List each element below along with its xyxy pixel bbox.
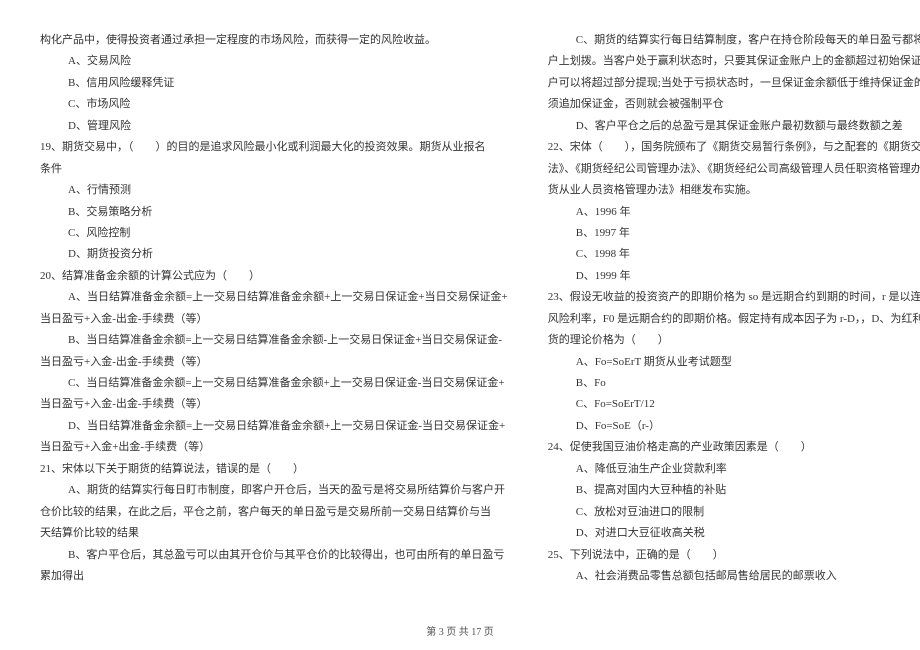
option: C、当日结算准备金余额=上一交易日结算准备金余额+上一交易日保证金-当日交易保证… — [40, 373, 508, 394]
question: 21、宋体以下关于期货的结算说法，错误的是（ ） — [40, 459, 508, 480]
option-cont: 仓价比较的结果，在此之后，平仓之前，客户每天的单日盈亏是交易所前一交易日结算价与… — [40, 502, 508, 523]
option: B、提高对国内大豆种植的补贴 — [548, 480, 920, 501]
option: A、Fo=SoErT 期货从业考试题型 — [548, 352, 920, 373]
right-column: C、期货的结算实行每日结算制度，客户在持仓阶段每天的单日盈亏都将直接在其保证金账… — [548, 30, 920, 610]
question-cont: 法》、《期货经纪公司管理办法》、《期货经纪公司高级管理人员任职资格管理办法》和《… — [548, 159, 920, 180]
option: C、1998 年 — [548, 244, 920, 265]
option-cont: 当日盈亏+入金-出金-手续费（等） — [40, 394, 508, 415]
option: A、社会消费品零售总额包括邮局售给居民的邮票收入 — [548, 566, 920, 587]
option: A、交易风险 — [40, 51, 508, 72]
option: C、放松对豆油进口的限制 — [548, 502, 920, 523]
question-cont: 货从业人员资格管理办法》相继发布实施。 — [548, 180, 920, 201]
question-cont: 货的理论价格为（ ） — [548, 330, 920, 351]
option-cont: 户可以将超过部分提现;当处于亏损状态时，一旦保证金余额低于维持保证金的数额，则客… — [548, 73, 920, 94]
page-columns: 构化产品中，使得投资者通过承担一定程度的市场风险，而获得一定的风险收益。 A、交… — [40, 30, 880, 610]
option: D、期货投资分析 — [40, 244, 508, 265]
option-cont: 户上划拨。当客户处于赢利状态时，只要其保证金账户上的金额超过初始保证金的数额，则… — [548, 51, 920, 72]
question: 24、促使我国豆油价格走高的产业政策因素是（ ） — [548, 437, 920, 458]
question: 25、下列说法中，正确的是（ ） — [548, 545, 920, 566]
option: A、当日结算准备金余额=上一交易日结算准备金余额+上一交易日保证金+当日交易保证… — [40, 287, 508, 308]
question: 23、假设无收益的投资资产的即期价格为 so 是远期合约到期的时间，r 是以连续… — [548, 287, 920, 308]
option: D、1999 年 — [548, 266, 920, 287]
option: A、行情预测 — [40, 180, 508, 201]
option-cont: 当日盈亏+入金-出金-手续费（等） — [40, 309, 508, 330]
option-cont: 当日盈亏+入金+出金-手续费（等） — [40, 437, 508, 458]
option: D、对进口大豆征收高关税 — [548, 523, 920, 544]
option-cont: 当日盈亏+入金-出金-手续费（等） — [40, 352, 508, 373]
question: 22、宋体（ ），国务院颁布了《期货交易暂行条例》，与之配套的《期货交易所管理办 — [548, 137, 920, 158]
option: A、1996 年 — [548, 202, 920, 223]
option: A、降低豆油生产企业贷款利率 — [548, 459, 920, 480]
question: 19、期货交易中，（ ）的目的是追求风险最小化或利润最大化的投资效果。期货从业报… — [40, 137, 508, 158]
option: B、客户平仓后，其总盈亏可以由其开仓价与其平仓价的比较得出，也可由所有的单日盈亏 — [40, 545, 508, 566]
option: B、交易策略分析 — [40, 202, 508, 223]
body-text: 构化产品中，使得投资者通过承担一定程度的市场风险，而获得一定的风险收益。 — [40, 30, 508, 51]
option: D、Fo=SoE（r-） — [548, 416, 920, 437]
question-cont: 风险利率，F0 是远期合约的即期价格。假定持有成本因子为 r-D，，D、为红利收… — [548, 309, 920, 330]
option: D、管理风险 — [40, 116, 508, 137]
option: B、1997 年 — [548, 223, 920, 244]
option: B、信用风险缓释凭证 — [40, 73, 508, 94]
option: B、Fo — [548, 373, 920, 394]
page-footer: 第 3 页 共 17 页 — [0, 623, 920, 638]
option-cont: 累加得出 — [40, 566, 508, 587]
option-cont: 须追加保证金，否则就会被强制平仓 — [548, 94, 920, 115]
question-cont: 条件 — [40, 159, 508, 180]
option: D、当日结算准备金余额=上一交易日结算准备金余额+上一交易日保证金-当日交易保证… — [40, 416, 508, 437]
option: C、期货的结算实行每日结算制度，客户在持仓阶段每天的单日盈亏都将直接在其保证金账 — [548, 30, 920, 51]
question: 20、结算准备金余额的计算公式应为（ ） — [40, 266, 508, 287]
option: D、客户平仓之后的总盈亏是其保证金账户最初数额与最终数额之差 — [548, 116, 920, 137]
option: C、风险控制 — [40, 223, 508, 244]
option: C、市场风险 — [40, 94, 508, 115]
option: C、Fo=SoErT/12 — [548, 394, 920, 415]
option-cont: 天结算价比较的结果 — [40, 523, 508, 544]
option: A、期货的结算实行每日盯市制度，即客户开仓后，当天的盈亏是将交易所结算价与客户开 — [40, 480, 508, 501]
option: B、当日结算准备金余额=上一交易日结算准备金余额-上一交易日保证金+当日交易保证… — [40, 330, 508, 351]
left-column: 构化产品中，使得投资者通过承担一定程度的市场风险，而获得一定的风险收益。 A、交… — [40, 30, 508, 610]
